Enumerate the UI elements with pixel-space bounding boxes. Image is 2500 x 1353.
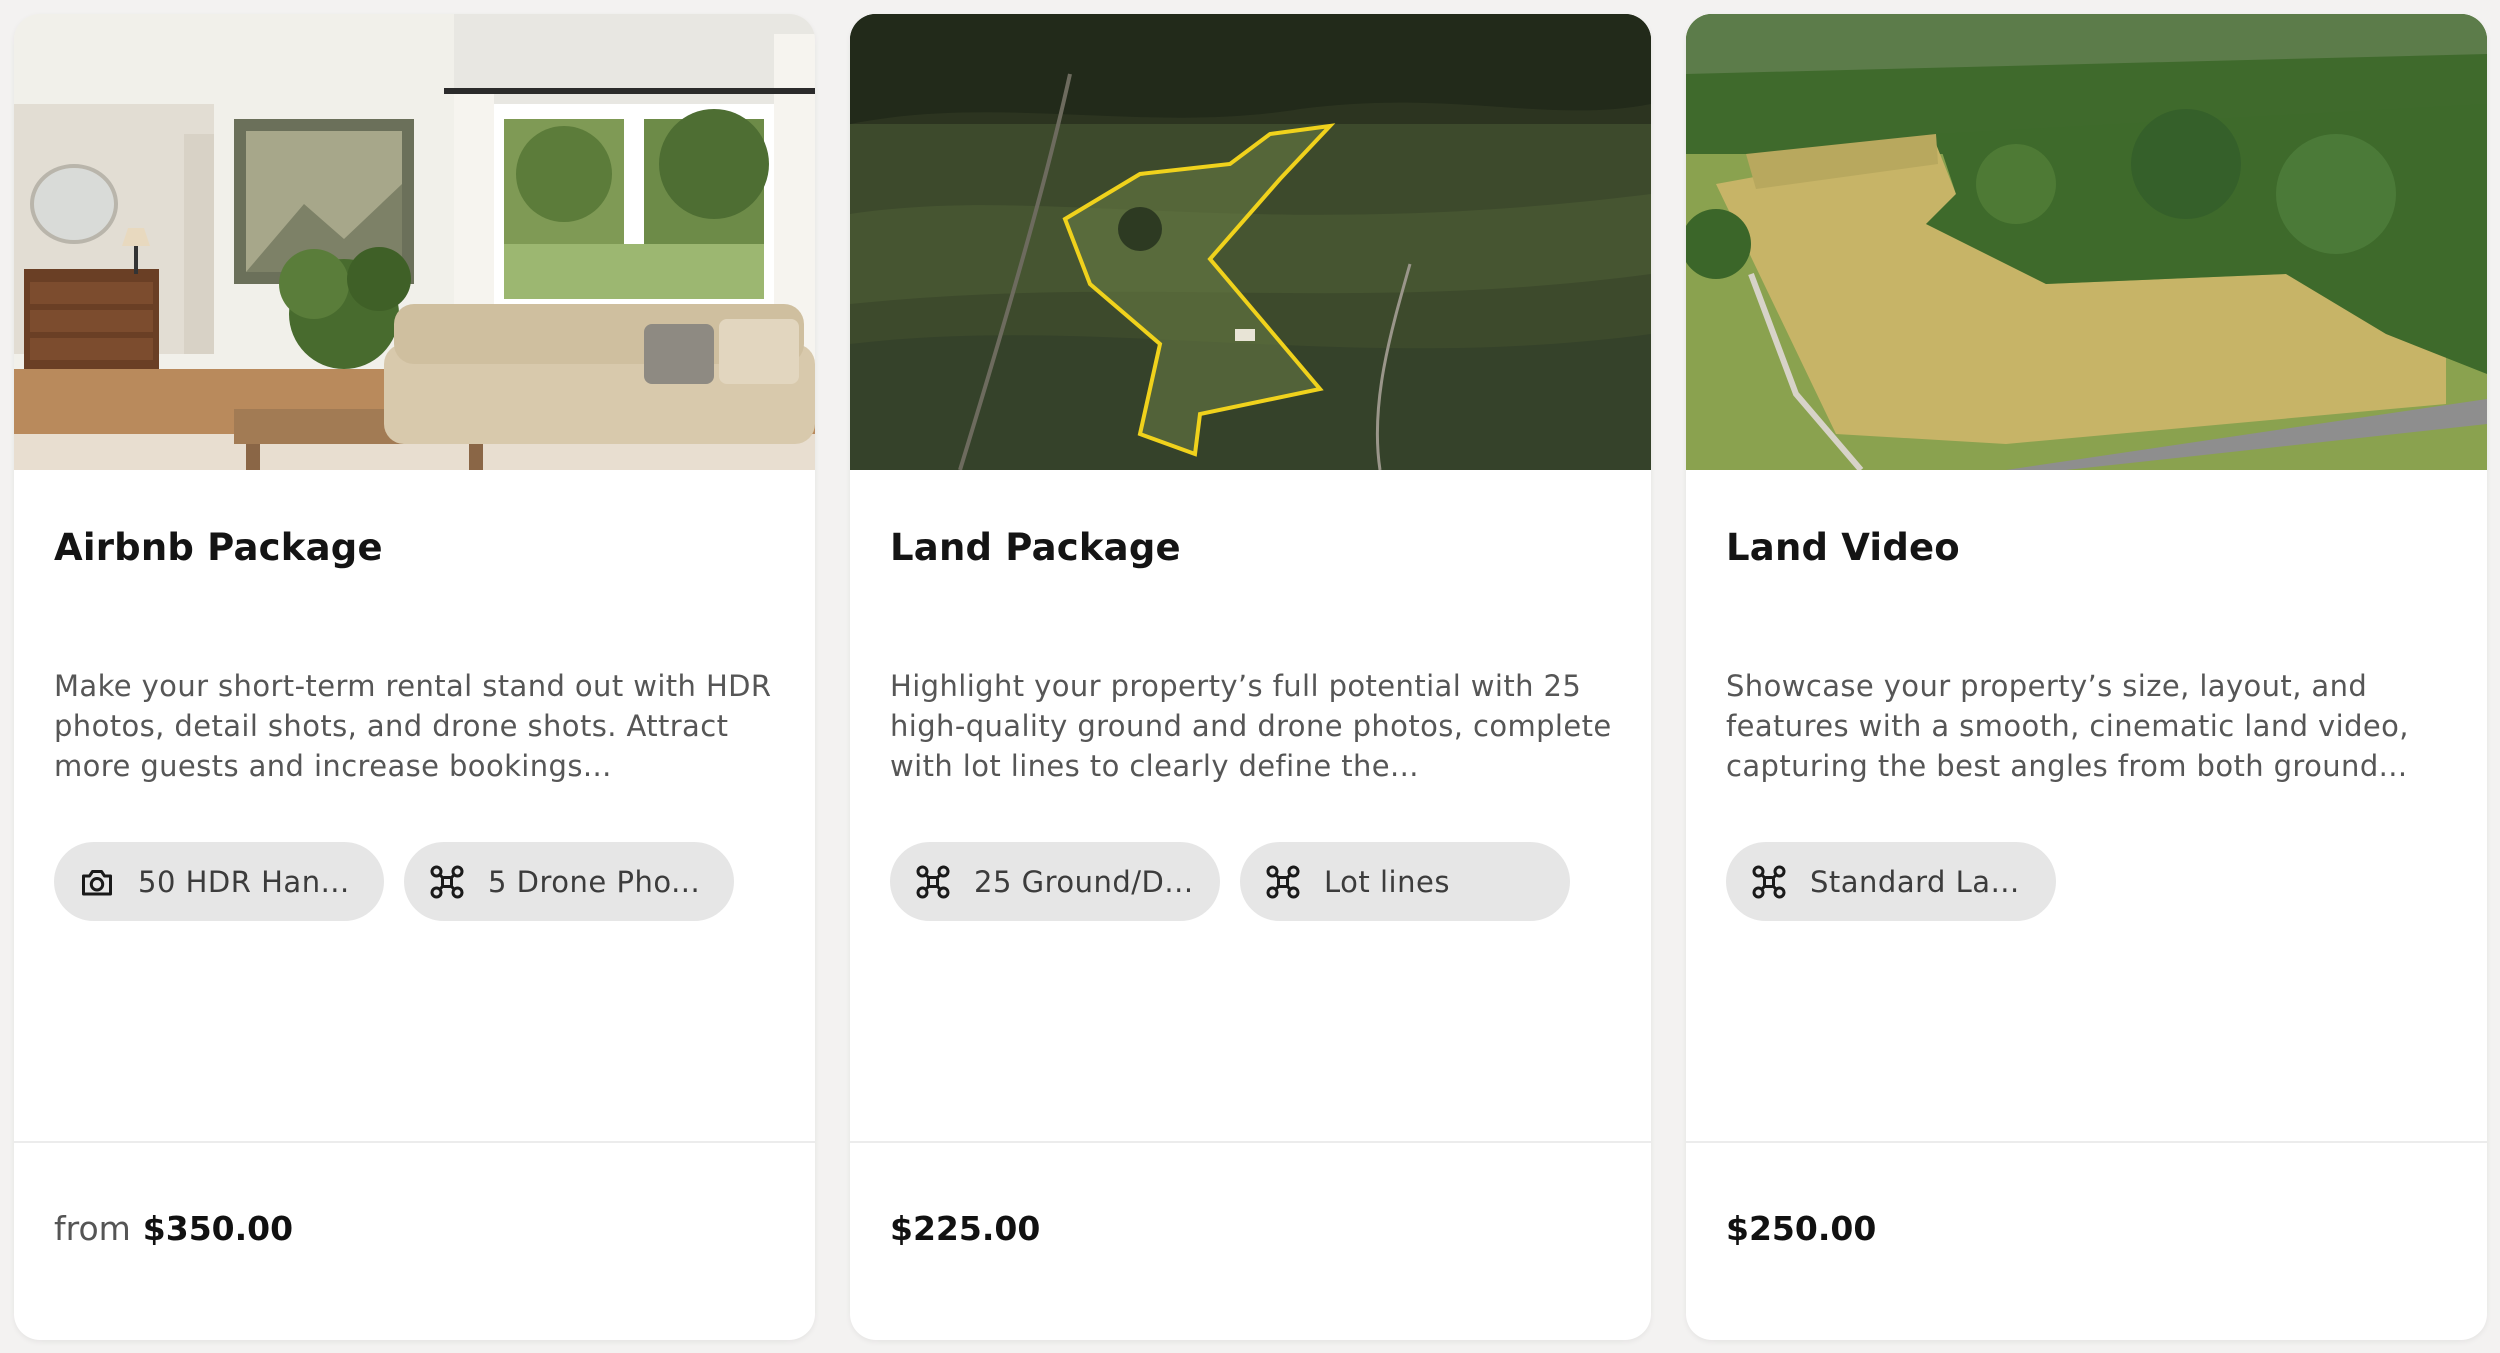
- living-room-photo: [14, 14, 815, 470]
- drone-icon: [1750, 863, 1788, 901]
- drone-icon: [914, 863, 952, 901]
- package-grid: Airbnb Package Make your short-term rent…: [14, 14, 2487, 1340]
- drone-icon: [428, 863, 466, 901]
- feature-chips: Standard La...: [1726, 842, 2056, 921]
- price-prefix: from: [54, 1209, 131, 1248]
- card-description: Make your short-term rental stand out wi…: [54, 669, 772, 783]
- package-card-airbnb[interactable]: Airbnb Package Make your short-term rent…: [14, 14, 815, 1340]
- camera-icon: [78, 863, 116, 901]
- feature-chip[interactable]: 25 Ground/D...: [890, 842, 1220, 921]
- card-description: Highlight your property’s full potential…: [890, 669, 1612, 783]
- chip-label: Lot lines: [1324, 864, 1450, 899]
- feature-chip[interactable]: 5 Drone Pho...: [404, 842, 734, 921]
- feature-chips: 25 Ground/D... Lot lines: [890, 842, 1570, 921]
- price: $250.00: [1726, 1209, 1877, 1248]
- chip-label: Standard La...: [1810, 864, 2020, 899]
- feature-chip[interactable]: Standard La...: [1726, 842, 2056, 921]
- price: $225.00: [890, 1209, 1041, 1248]
- card-title: Airbnb Package: [54, 526, 383, 569]
- card-divider: [14, 1141, 815, 1143]
- price-row: from $350.00: [54, 1209, 293, 1248]
- card-divider: [1686, 1141, 2487, 1143]
- chip-label: 5 Drone Pho...: [488, 864, 701, 899]
- price-row: $225.00: [890, 1209, 1040, 1248]
- chip-label: 50 HDR Han...: [138, 864, 350, 899]
- card-description: Showcase your property’s size, layout, a…: [1726, 669, 2409, 783]
- aerial-lot-lines-photo: [850, 14, 1651, 470]
- feature-chip[interactable]: 50 HDR Han...: [54, 842, 384, 921]
- chip-label: 25 Ground/D...: [974, 864, 1194, 899]
- price: $350.00: [142, 1209, 294, 1248]
- feature-chip[interactable]: Lot lines: [1240, 842, 1570, 921]
- drone-icon: [1264, 863, 1302, 901]
- package-card-land-video[interactable]: Land Video Showcase your property’s size…: [1686, 14, 2487, 1340]
- aerial-field-photo: [1686, 14, 2487, 470]
- price-row: $250.00: [1726, 1209, 1876, 1248]
- feature-chips: 50 HDR Han... 5 Drone Pho...: [54, 842, 734, 921]
- card-title: Land Package: [890, 526, 1181, 569]
- package-card-land[interactable]: Land Package Highlight your property’s f…: [850, 14, 1651, 1340]
- card-title: Land Video: [1726, 526, 1960, 569]
- card-divider: [850, 1141, 1651, 1143]
